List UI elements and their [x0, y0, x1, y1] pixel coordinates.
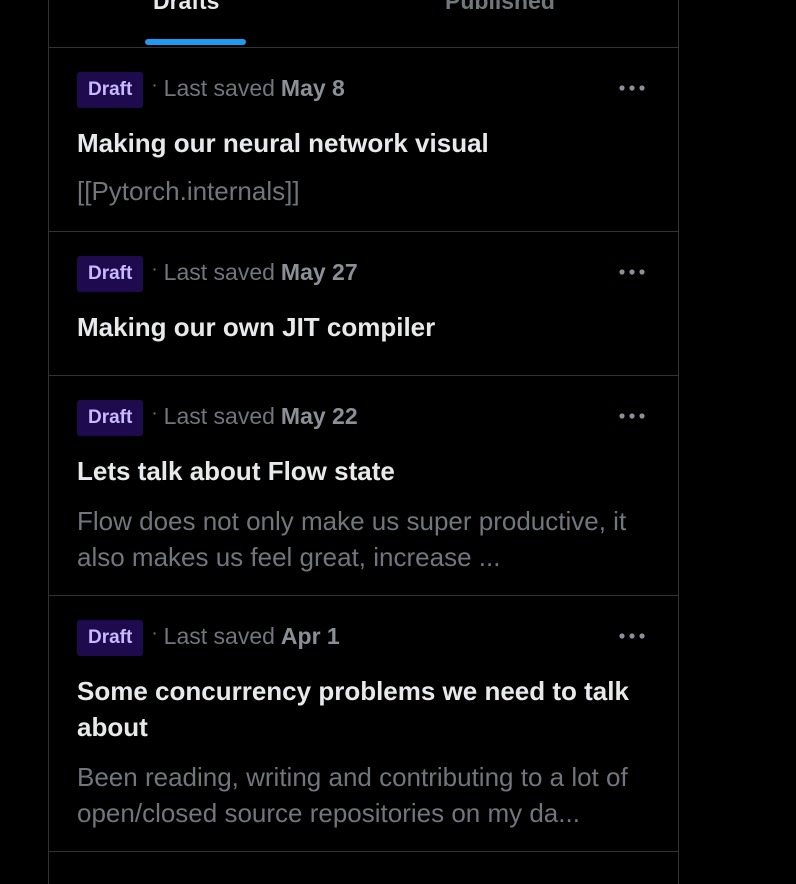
draft-title: Lets talk about Flow state [77, 456, 395, 486]
draft-excerpt: [[Pytorch.internals]] [77, 176, 300, 206]
draft-meta: Draft · Last saved May 27 [77, 256, 650, 292]
last-saved-label: Last saved [163, 258, 275, 285]
draft-excerpt: Been reading, writing and contributing t… [77, 762, 628, 828]
last-saved-label: Last saved [163, 402, 275, 429]
more-horizontal-icon[interactable] [618, 406, 646, 426]
last-saved-date: May 8 [280, 74, 345, 101]
drafts-column: Drafts Published Draft · Last saved May … [48, 0, 679, 884]
more-horizontal-icon[interactable] [618, 262, 646, 282]
last-saved-date: Apr 1 [280, 622, 340, 649]
draft-badge: Draft [77, 256, 144, 292]
tab-published[interactable]: Published [445, 0, 555, 16]
tab-drafts[interactable]: Drafts [153, 0, 219, 16]
draft-meta: Draft · Last saved May 22 [77, 400, 650, 436]
draft-item[interactable]: Draft · Last saved May 22 Lets talk abou… [49, 376, 678, 596]
last-saved-date: May 22 [280, 402, 358, 429]
active-tab-indicator [145, 39, 246, 45]
draft-title: Making our neural network visual [77, 128, 489, 158]
more-horizontal-icon[interactable] [618, 78, 646, 98]
draft-excerpt: Flow does not only make us super product… [77, 506, 627, 572]
draft-item[interactable]: Draft · Last saved May 8 Making our neur… [49, 48, 678, 232]
more-horizontal-icon[interactable] [618, 626, 646, 646]
draft-meta: Draft · Last saved May 8 [77, 72, 650, 108]
tab-bar: Drafts Published [49, 0, 678, 48]
draft-badge: Draft [77, 72, 144, 108]
separator-dot: · [151, 259, 158, 280]
draft-meta: Draft · Last saved Apr 1 [77, 620, 650, 656]
draft-badge: Draft [77, 620, 144, 656]
last-saved-label: Last saved [163, 622, 275, 649]
separator-dot: · [151, 75, 158, 96]
draft-item[interactable]: Draft · Last saved Apr 1 Some concurrenc… [49, 596, 678, 852]
separator-dot: · [151, 403, 158, 424]
draft-item[interactable]: Draft · Last saved May 27 Making our own… [49, 232, 678, 376]
draft-title: Making our own JIT compiler [77, 312, 436, 342]
last-saved-label: Last saved [163, 74, 275, 101]
last-saved-date: May 27 [280, 258, 358, 285]
separator-dot: · [151, 623, 158, 644]
draft-title: Some concurrency problems we need to tal… [77, 676, 629, 742]
draft-badge: Draft [77, 400, 144, 436]
